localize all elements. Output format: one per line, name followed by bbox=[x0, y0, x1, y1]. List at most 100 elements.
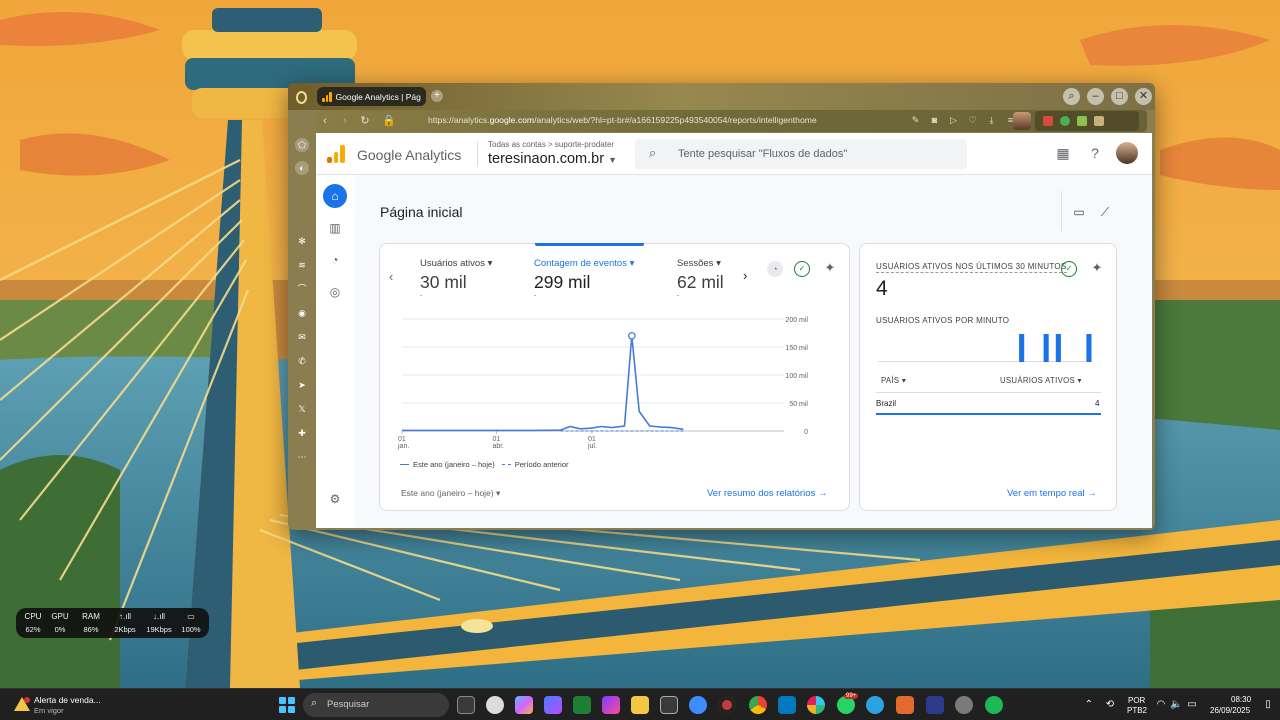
help-icon[interactable]: ? bbox=[1087, 145, 1103, 161]
search-tabs-icon[interactable]: ⌕ bbox=[1063, 88, 1080, 105]
spotify-app-icon[interactable] bbox=[985, 696, 1003, 714]
search-input[interactable]: ⌕ Tente pesquisar "Fluxos de dados" bbox=[635, 139, 967, 169]
sparkle-icon[interactable]: ✦ bbox=[1089, 260, 1105, 276]
reload-icon[interactable]: ↻ bbox=[358, 114, 372, 128]
keyboard-layout[interactable]: PTB2 bbox=[1127, 706, 1147, 715]
slack-icon[interactable]: ✚ bbox=[295, 426, 309, 440]
speed-dial-icon[interactable]: ⬠ bbox=[295, 138, 309, 152]
download-icon[interactable]: ⤓ bbox=[985, 114, 998, 127]
breadcrumb[interactable]: Todas as contas > suporte-prodater bbox=[488, 140, 614, 149]
copilot-app-icon[interactable] bbox=[515, 696, 533, 714]
discord-icon[interactable]: ◉ bbox=[295, 306, 309, 320]
store-app-icon[interactable] bbox=[660, 696, 678, 714]
home-icon[interactable]: ⌂ bbox=[323, 184, 347, 208]
address-bar[interactable]: ‹ › ↻ 🔒 https://analytics.google.com/ana… bbox=[316, 110, 1147, 132]
advertising-icon[interactable]: ◎ bbox=[323, 280, 347, 304]
calendar-extension-icon[interactable] bbox=[1043, 116, 1053, 126]
notifications-icon[interactable]: ▯ bbox=[1262, 699, 1274, 711]
whatsapp-icon[interactable]: ✆ bbox=[295, 354, 309, 368]
chatgpt-app-icon[interactable] bbox=[486, 696, 504, 714]
download-extension-icon[interactable] bbox=[1077, 116, 1087, 126]
close-button[interactable]: ✕ bbox=[1135, 88, 1152, 105]
ram-stat: RAM 86% bbox=[82, 612, 100, 634]
chevron-up-icon[interactable]: ⌃ bbox=[1083, 699, 1095, 711]
settings-app-icon[interactable] bbox=[955, 696, 973, 714]
clock-time[interactable]: 08:30 bbox=[1231, 695, 1251, 704]
notes-icon[interactable]: ▭ bbox=[1071, 204, 1087, 220]
mountain-icon[interactable]: ⌒ bbox=[295, 282, 309, 296]
battery-icon[interactable]: ▭ bbox=[1186, 699, 1198, 711]
insights-icon[interactable]: ⟋ bbox=[1097, 204, 1113, 220]
tab-google-analytics[interactable]: Google Analytics | Págin bbox=[317, 87, 426, 106]
product-name[interactable]: Google Analytics bbox=[357, 147, 461, 163]
windows-start-icon[interactable] bbox=[279, 697, 295, 713]
reports-icon[interactable]: ▥ bbox=[323, 216, 347, 240]
property-selector[interactable]: teresinaon.com.br ▼ bbox=[488, 151, 617, 167]
trello-app-icon[interactable] bbox=[778, 696, 796, 714]
onedrive-app-icon[interactable] bbox=[689, 696, 707, 714]
more-icon[interactable]: ⋯ bbox=[295, 450, 309, 464]
metric-active-users[interactable]: Usuários ativos ▾ 30 mil - bbox=[420, 258, 492, 299]
metric-event-count[interactable]: Contagem de eventos ▾ 299 mil - bbox=[534, 258, 634, 299]
apps-grid-icon[interactable]: ▦ bbox=[1055, 145, 1071, 161]
wifi-icon[interactable]: ◠ bbox=[1155, 699, 1167, 711]
realtime-card: USUÁRIOS ATIVOS NOS ÚLTIMOS 30 MINUTOS ✓… bbox=[859, 243, 1117, 511]
check-circle-icon[interactable]: ✓ bbox=[794, 261, 810, 277]
chevron-left-icon[interactable]: ‹ bbox=[389, 269, 393, 284]
aria-icon[interactable]: ◐ bbox=[295, 161, 309, 175]
lock-icon[interactable]: 🔒 bbox=[382, 114, 396, 128]
slack-app-icon[interactable] bbox=[807, 696, 825, 714]
taskbar-search[interactable]: ⌕ Pesquisar bbox=[303, 693, 449, 717]
messenger-icon[interactable]: ✉ bbox=[295, 330, 309, 344]
sublime-app-icon[interactable] bbox=[896, 696, 914, 714]
view-reports-link[interactable]: Ver resumo dos relatórios → bbox=[707, 488, 827, 499]
chevron-down-icon: ▾ bbox=[901, 376, 907, 385]
settings-gear-icon[interactable]: ⚙ bbox=[323, 487, 347, 511]
telegram-icon[interactable]: ➤ bbox=[295, 378, 309, 392]
opera-app-icon[interactable] bbox=[718, 696, 736, 714]
sync-icon[interactable]: ⟲ bbox=[1104, 699, 1116, 711]
l-app-icon[interactable] bbox=[926, 696, 944, 714]
explore-icon[interactable]: ◔ bbox=[323, 248, 347, 272]
view-realtime-link[interactable]: Ver em tempo real → bbox=[1007, 488, 1097, 499]
minimize-button[interactable]: – bbox=[1087, 88, 1104, 105]
sparkle-icon[interactable]: ✦ bbox=[822, 260, 838, 276]
cube-extension-icon[interactable] bbox=[1094, 116, 1104, 126]
new-tab-button[interactable]: + bbox=[431, 90, 443, 102]
check-circle-icon[interactable]: ✓ bbox=[1061, 261, 1077, 277]
volume-icon[interactable]: 🔈 bbox=[1170, 699, 1182, 711]
ai-app-icon[interactable] bbox=[602, 696, 620, 714]
metric-sessions[interactable]: Sessões ▾ 62 mil - bbox=[677, 258, 724, 299]
tab-title: Google Analytics | Págin bbox=[335, 91, 422, 102]
date-range-selector[interactable]: Este ano (janeiro – hoje) ▾ bbox=[401, 488, 500, 499]
analytics-logo-icon[interactable] bbox=[327, 145, 345, 163]
stack-icon[interactable]: ≋ bbox=[295, 258, 309, 272]
green-extension-icon[interactable] bbox=[1060, 116, 1070, 126]
back-icon[interactable]: ‹ bbox=[318, 114, 332, 128]
chatgpt-icon[interactable]: ✻ bbox=[295, 234, 309, 248]
excel-app-icon[interactable] bbox=[573, 696, 591, 714]
opera-logo-icon[interactable] bbox=[296, 91, 307, 104]
clock-date[interactable]: 26/09/2025 bbox=[1210, 706, 1250, 715]
avatar[interactable] bbox=[1116, 142, 1138, 164]
telegram-app-icon[interactable] bbox=[866, 696, 884, 714]
copilot-365-icon[interactable] bbox=[544, 696, 562, 714]
chevron-right-icon[interactable]: › bbox=[743, 268, 747, 283]
maximize-button[interactable]: □ bbox=[1111, 88, 1128, 105]
users-column-header[interactable]: USUÁRIOS ATIVOS ▾ bbox=[1000, 376, 1082, 385]
chrome-app-icon[interactable] bbox=[749, 696, 767, 714]
forward-icon[interactable]: › bbox=[338, 114, 352, 128]
edit-icon[interactable]: ✎ bbox=[909, 114, 922, 127]
profile-avatar[interactable] bbox=[1013, 112, 1031, 130]
heart-icon[interactable]: ♡ bbox=[966, 114, 979, 127]
file-explorer-icon[interactable] bbox=[631, 696, 649, 714]
language-indicator[interactable]: POR bbox=[1128, 696, 1145, 705]
data-quality-icon[interactable]: ◔ bbox=[767, 261, 783, 277]
x-icon[interactable]: 𝕏 bbox=[295, 402, 309, 416]
task-view-icon[interactable] bbox=[457, 696, 475, 714]
play-icon[interactable]: ▷ bbox=[947, 114, 960, 127]
camera-icon[interactable]: ◙ bbox=[928, 114, 941, 127]
country-column-header[interactable]: PAÍS ▾ bbox=[881, 376, 906, 385]
stock-alert-widget[interactable]: Alerta de venda... Em vigor bbox=[14, 694, 114, 716]
url-text[interactable]: https://analytics.google.com/analytics/w… bbox=[428, 115, 817, 125]
